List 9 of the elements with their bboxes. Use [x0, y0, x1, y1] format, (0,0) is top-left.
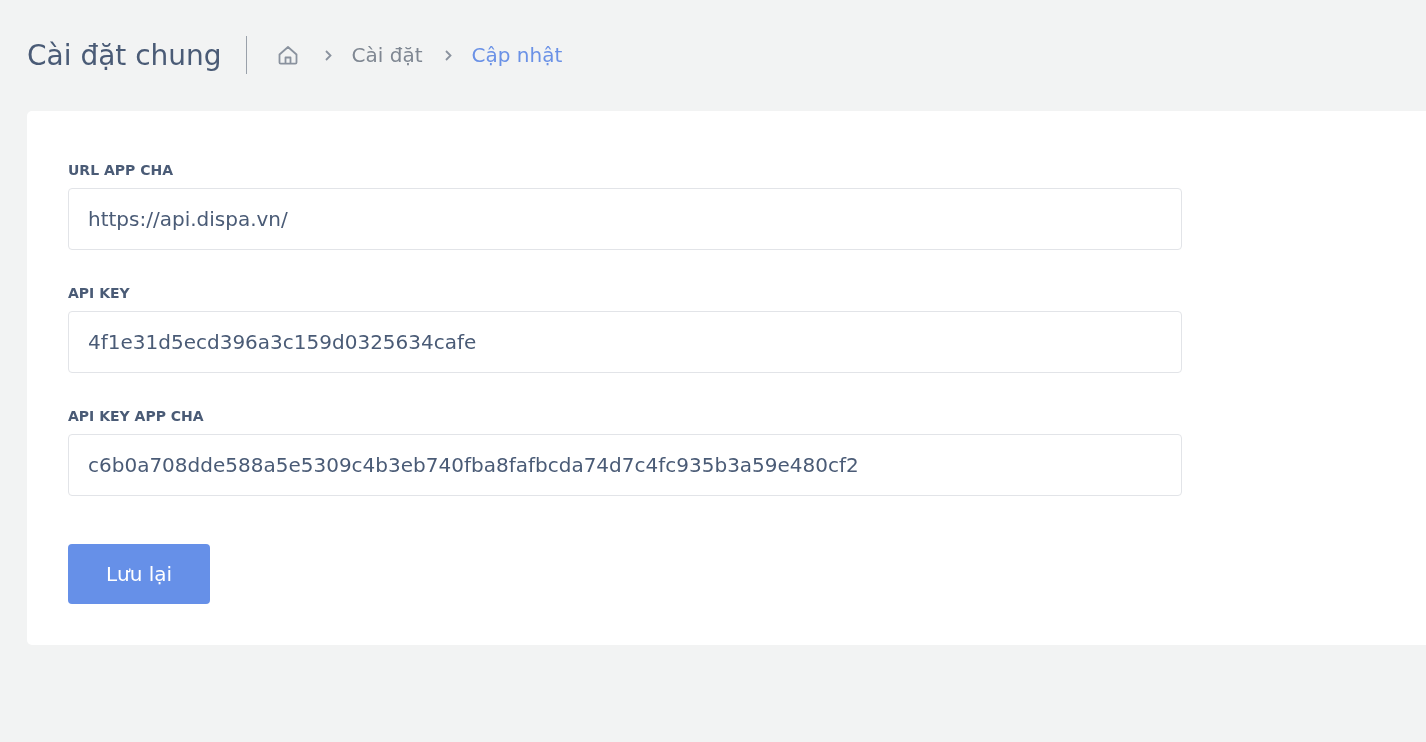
field-label: API KEY: [68, 284, 130, 303]
text-input[interactable]: https://api.dispa.vn/: [68, 188, 1182, 250]
chevron-right-icon: [324, 49, 332, 61]
chevron-right-icon: [444, 49, 452, 61]
page-title: Cài đặt chung: [27, 38, 222, 72]
field-label: API KEY APP CHA: [68, 407, 204, 426]
text-input[interactable]: 4f1e31d5ecd396a3c159d0325634cafe: [68, 311, 1182, 373]
text-input[interactable]: c6b0a708dde588a5e5309c4b3eb740fba8fafbcda74d7c4fc935b3a59e480cf2: [68, 434, 1182, 496]
field-label: URL APP CHA: [68, 161, 173, 180]
